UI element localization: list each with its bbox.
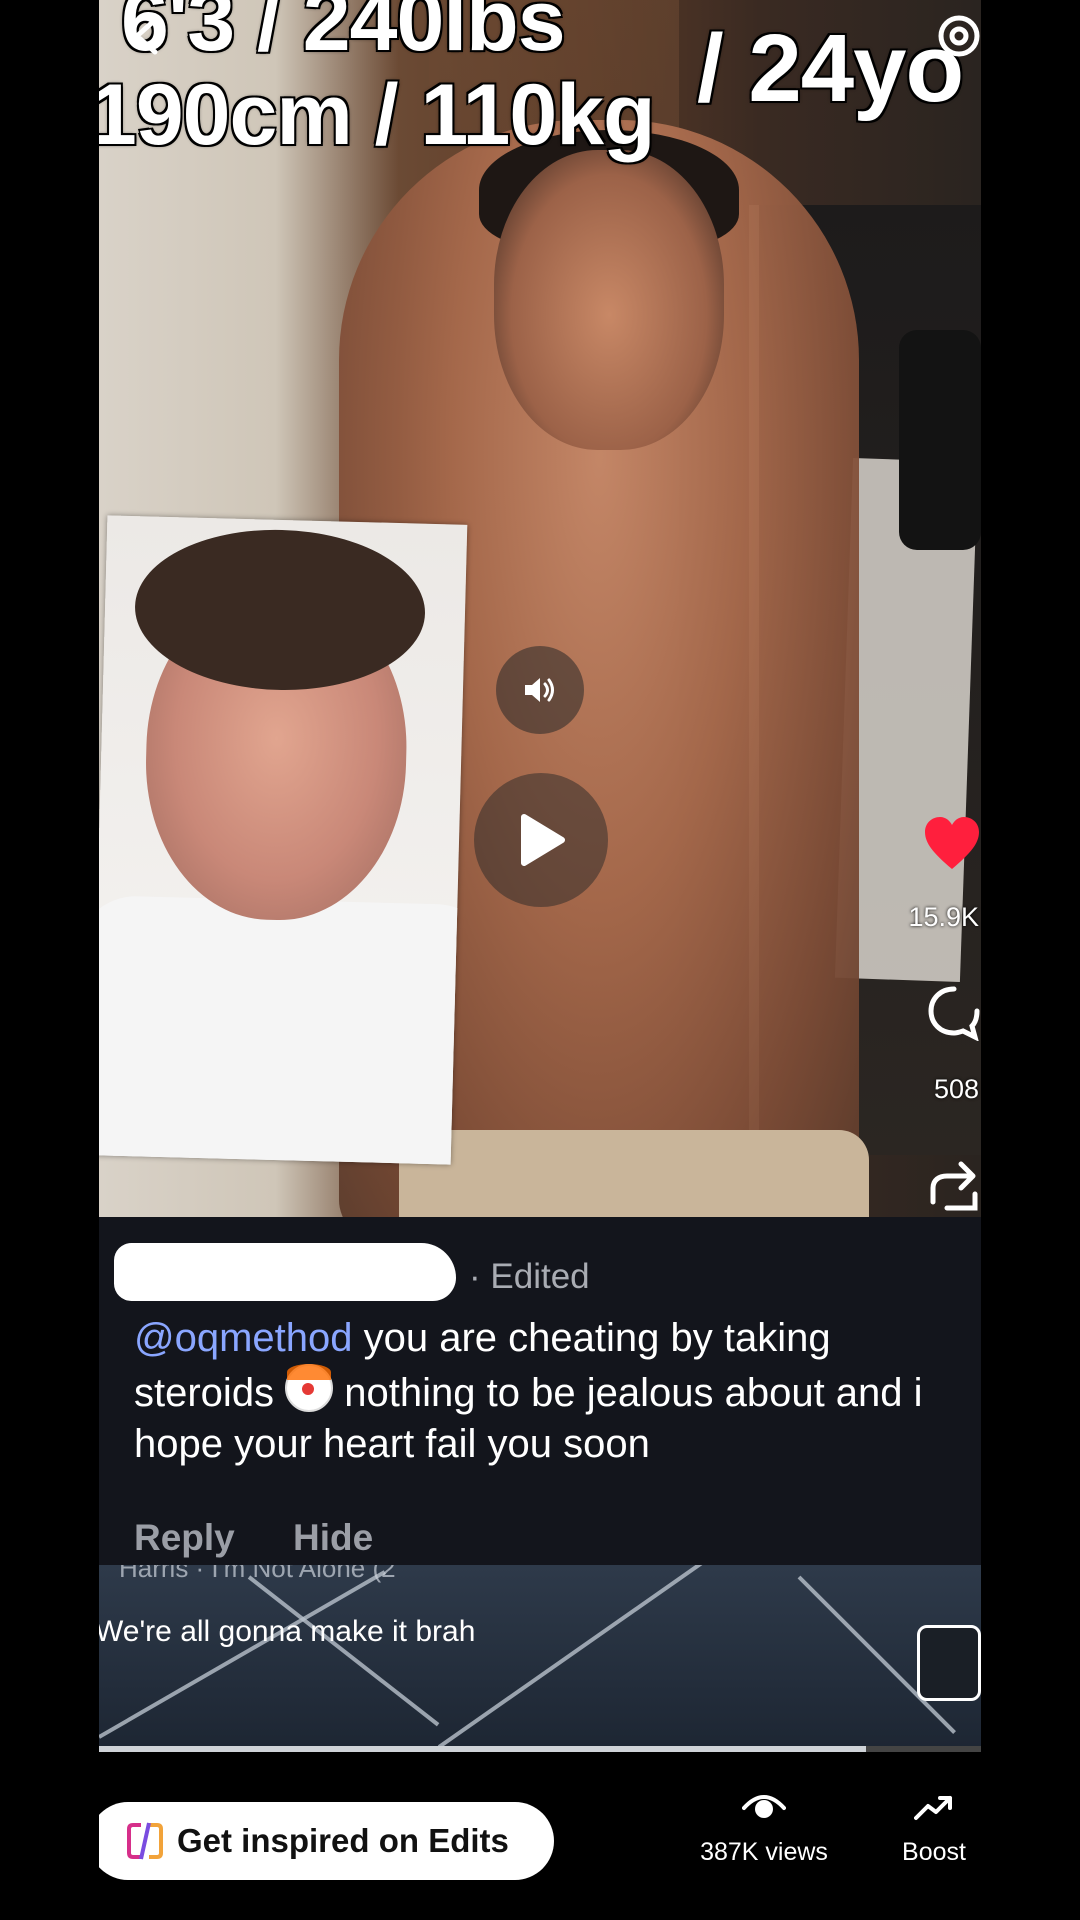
clown-emoji-icon [285, 1364, 334, 1412]
views-stat[interactable]: 387K views [689, 1786, 839, 1867]
video-player[interactable]: 6'3 / 240lbs 190cm / 110kg / 24yo 15.9K … [99, 0, 981, 1217]
tile-line [99, 1570, 386, 1739]
reaction-inset [99, 515, 468, 1165]
gear-icon[interactable] [925, 8, 981, 64]
bottom-bar: Get inspired on Edits 387K views Boost [99, 1752, 981, 1920]
hide-button[interactable]: Hide [293, 1517, 373, 1558]
comment-text: @oqmethod you are cheating by taking ste… [134, 1313, 954, 1470]
views-count: 387K views [700, 1838, 828, 1866]
boost-button[interactable]: Boost [889, 1786, 979, 1867]
comment-actions: Reply Hide [134, 1517, 421, 1559]
heart-icon[interactable] [923, 815, 981, 873]
overlay-text-metric: 190cm / 110kg [99, 67, 656, 163]
mention-link[interactable]: @oqmethod [134, 1316, 353, 1360]
overlay-text-height-weight: 6'3 / 240lbs [121, 0, 566, 69]
comment-card: · Edited @oqmethod you are cheating by t… [99, 1217, 981, 1565]
speaker-icon [525, 678, 554, 702]
eye-icon [742, 1795, 786, 1818]
video-subject-head [494, 150, 724, 450]
back-chevron-icon[interactable] [127, 16, 167, 56]
share-icon[interactable] [927, 1158, 981, 1216]
redacted-username [114, 1243, 456, 1301]
play-button[interactable] [474, 773, 608, 907]
overlay-text-age: / 24yo [697, 15, 964, 122]
video-subject-phone [899, 330, 981, 550]
preview-thumbnail[interactable] [917, 1625, 981, 1701]
video-subject-shorts [399, 1130, 869, 1217]
preview-music-label: Harris · I'm Not Alone (2 [119, 1565, 396, 1583]
trending-up-icon [914, 1796, 952, 1820]
comment-icon[interactable] [927, 985, 981, 1041]
boost-label: Boost [902, 1838, 966, 1866]
reply-button[interactable]: Reply [134, 1517, 235, 1558]
like-count: 15.9K [908, 902, 979, 932]
comment-count: 508 [933, 1074, 979, 1104]
edited-label: · Edited [469, 1257, 590, 1296]
tile-line [437, 1565, 703, 1748]
edits-promo-label: Get inspired on Edits [177, 1822, 509, 1859]
next-video-preview[interactable]: Harris · I'm Not Alone (2 We're all gonn… [99, 1565, 981, 1748]
play-icon [521, 814, 565, 866]
edits-logo-icon [127, 1822, 163, 1860]
phone-screen: 6'3 / 240lbs 190cm / 110kg / 24yo 15.9K … [99, 0, 981, 1920]
preview-caption: We're all gonna make it brah [99, 1615, 476, 1648]
edits-promo-button[interactable]: Get inspired on Edits [99, 1802, 554, 1880]
sound-button[interactable] [496, 646, 584, 734]
inset-shirt [99, 894, 468, 1165]
